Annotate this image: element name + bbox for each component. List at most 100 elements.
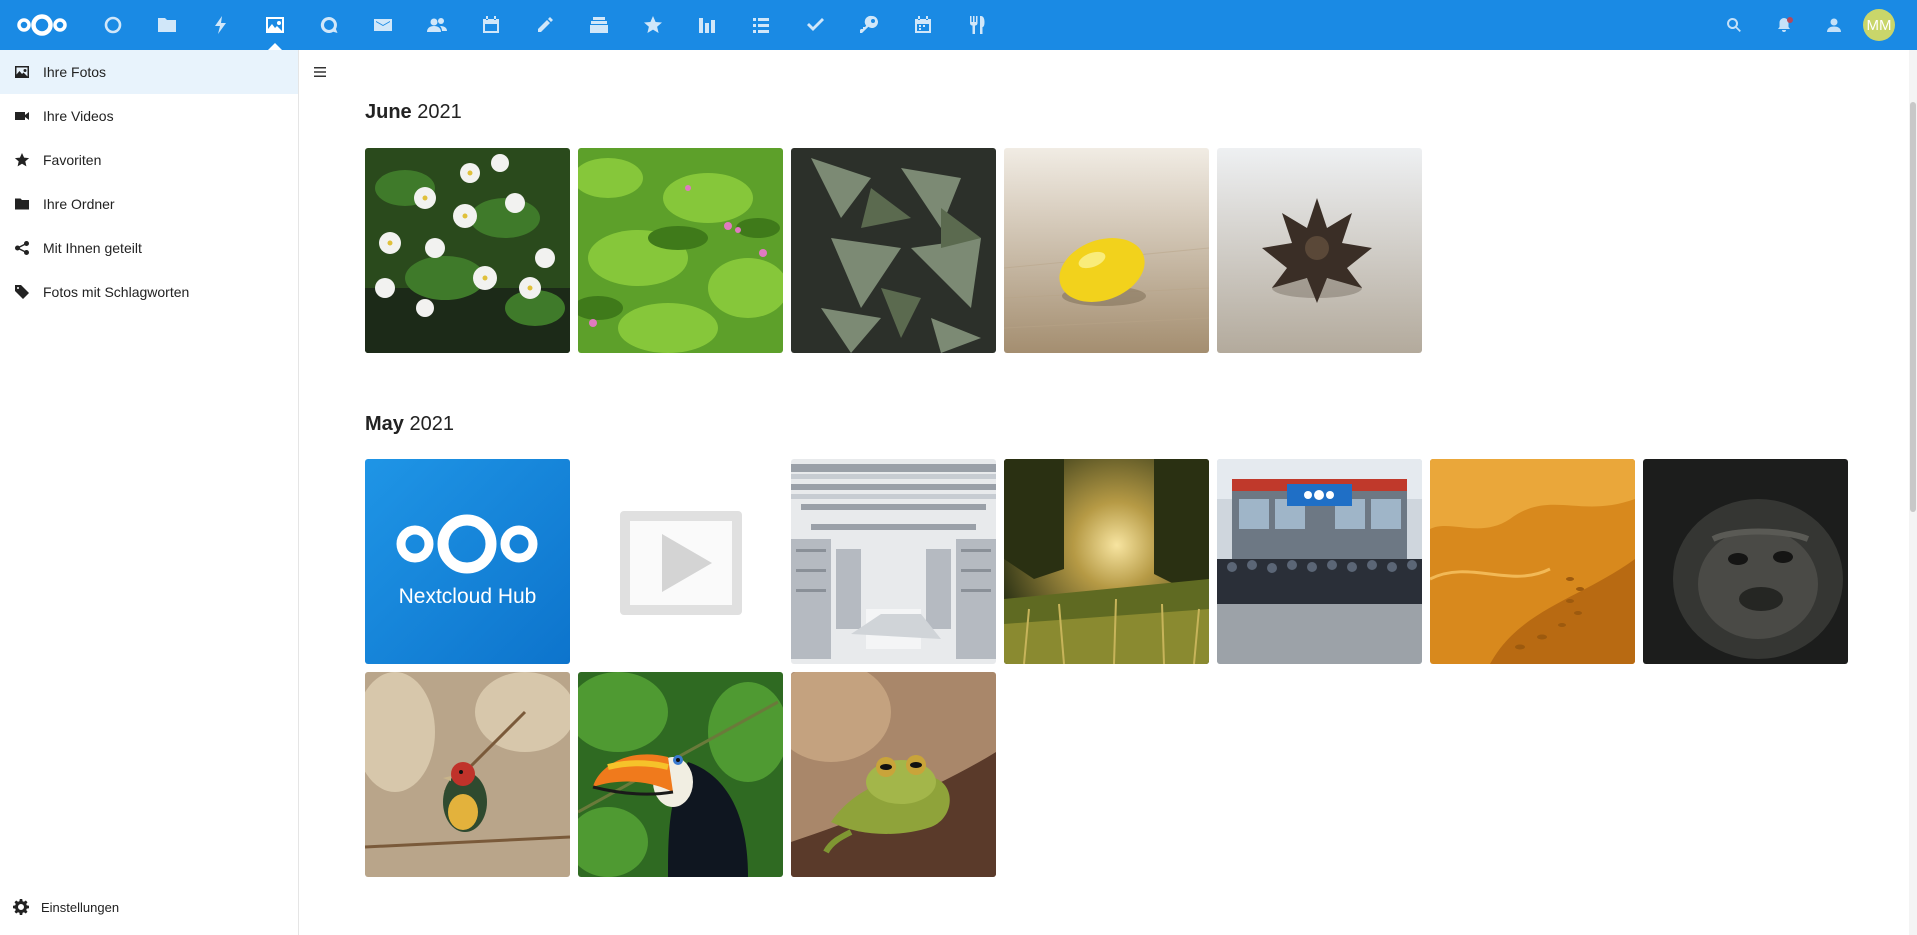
nav-item-your-photos[interactable]: Ihre Fotos <box>0 50 298 94</box>
checklist-app[interactable] <box>788 0 842 50</box>
files-app[interactable] <box>140 0 194 50</box>
nav-label: Ihre Videos <box>43 108 114 124</box>
tasks-icon <box>753 18 769 33</box>
pinecone-photo <box>1217 148 1422 353</box>
photo-thumbnail[interactable] <box>1643 459 1848 664</box>
photos-icon <box>266 17 284 33</box>
notes-icon <box>538 17 553 32</box>
star-icon <box>14 153 30 167</box>
photo-thumbnail[interactable] <box>365 672 570 877</box>
dashboard-icon <box>104 16 122 34</box>
folder-icon <box>15 198 29 210</box>
photo-thumbnail[interactable] <box>365 148 570 353</box>
nav-label: Fotos mit Schlagworten <box>43 284 190 300</box>
nav-item-your-videos[interactable]: Ihre Videos <box>0 94 298 138</box>
nav-label: Favoriten <box>43 152 102 168</box>
white-flowers-photo <box>365 148 570 353</box>
notifications-button[interactable] <box>1759 0 1809 50</box>
photos-app[interactable] <box>248 0 302 50</box>
notes-app[interactable] <box>518 0 572 50</box>
photo-thumbnail[interactable]: Nextcloud Hub <box>365 459 570 664</box>
activity-app[interactable] <box>194 0 248 50</box>
nextcloud-hub-label: Nextcloud Hub <box>398 585 537 608</box>
unified-search-button[interactable] <box>1709 0 1759 50</box>
tag-icon <box>15 285 29 299</box>
app-navigation: Ihre Fotos Ihre Videos Favoriten Ihre Or… <box>0 50 299 935</box>
top-header: MM <box>0 0 1917 50</box>
mail-app[interactable] <box>356 0 410 50</box>
photo-thumbnail[interactable] <box>791 148 996 353</box>
lemon-photo <box>1004 148 1209 353</box>
toucan-photo <box>578 672 783 877</box>
video-icon <box>15 112 29 120</box>
photo-thumbnail[interactable] <box>578 148 783 353</box>
nav-label: Mit Ihnen geteilt <box>43 240 142 256</box>
section-year: 2021 <box>417 101 462 123</box>
nav-item-your-folders[interactable]: Ihre Ordner <box>0 182 298 226</box>
contacts-app[interactable] <box>410 0 464 50</box>
dark-leaves-photo <box>791 148 996 353</box>
appointments-icon <box>915 16 931 33</box>
calendar-app[interactable] <box>464 0 518 50</box>
section-heading-may: May 2021 <box>365 413 454 436</box>
settings-label: Einstellungen <box>41 899 120 915</box>
photo-thumbnail[interactable] <box>791 459 996 664</box>
photo-thumbnail[interactable] <box>1217 148 1422 353</box>
finch-bird-photo <box>365 672 570 877</box>
gorilla-photo <box>1643 459 1848 664</box>
dashboard-app[interactable] <box>86 0 140 50</box>
header-right: MM <box>1709 0 1895 50</box>
passwords-app[interactable] <box>842 0 896 50</box>
photo-thumbnail[interactable] <box>1004 148 1209 353</box>
nav-item-shared-with-you[interactable]: Mit Ihnen geteilt <box>0 226 298 270</box>
contacts-icon <box>427 18 447 32</box>
image-icon <box>15 66 29 78</box>
contacts-menu-icon <box>1827 18 1841 32</box>
contacts-menu-button[interactable] <box>1809 0 1859 50</box>
talk-app[interactable] <box>302 0 356 50</box>
analytics-icon <box>699 18 715 33</box>
page-scrollbar[interactable] <box>1909 50 1917 935</box>
nav-item-tagged-photos[interactable]: Fotos mit Schlagworten <box>0 270 298 314</box>
search-icon <box>1727 18 1741 32</box>
section-year: 2021 <box>409 413 454 435</box>
scrollbar-thumb[interactable] <box>1910 102 1916 512</box>
photo-thumbnail[interactable] <box>1217 459 1422 664</box>
desert-dunes-photo <box>1430 459 1635 664</box>
nextcloud-hub-image <box>365 459 570 664</box>
user-avatar[interactable]: MM <box>1863 9 1895 41</box>
photo-thumbnail[interactable] <box>791 672 996 877</box>
share-icon <box>15 241 29 255</box>
deck-app[interactable] <box>572 0 626 50</box>
nav-item-favorites[interactable]: Favoriten <box>0 138 298 182</box>
section-month: May <box>365 413 404 435</box>
appointments-app[interactable] <box>896 0 950 50</box>
mail-icon <box>374 19 392 31</box>
checklist-icon <box>807 18 824 31</box>
video-thumbnail[interactable] <box>578 459 783 664</box>
nextcloud-logo[interactable] <box>10 0 74 50</box>
sunset-field-photo <box>1004 459 1209 664</box>
gear-icon <box>13 899 29 915</box>
nav-label: Ihre Fotos <box>43 64 107 80</box>
group-photo <box>1217 459 1422 664</box>
tree-frog-photo <box>791 672 996 877</box>
photo-thumbnail[interactable] <box>578 672 783 877</box>
bookmarks-app[interactable] <box>626 0 680 50</box>
photo-thumbnail[interactable] <box>1430 459 1635 664</box>
activity-icon <box>215 16 226 34</box>
settings-button[interactable]: Einstellungen <box>0 887 298 927</box>
cookbook-app[interactable] <box>950 0 1004 50</box>
section-month: June <box>365 101 412 123</box>
app-menu <box>86 0 1004 50</box>
nav-label: Ihre Ordner <box>43 196 115 212</box>
navigation-toggle-button[interactable] <box>310 60 330 84</box>
photo-thumbnail[interactable] <box>1004 459 1209 664</box>
tasks-app[interactable] <box>734 0 788 50</box>
analytics-app[interactable] <box>680 0 734 50</box>
video-placeholder <box>578 459 783 664</box>
talk-icon <box>320 16 338 33</box>
hamburger-menu-icon <box>314 67 326 77</box>
library-photo <box>791 459 996 664</box>
nextcloud-logo-icon <box>17 14 67 36</box>
